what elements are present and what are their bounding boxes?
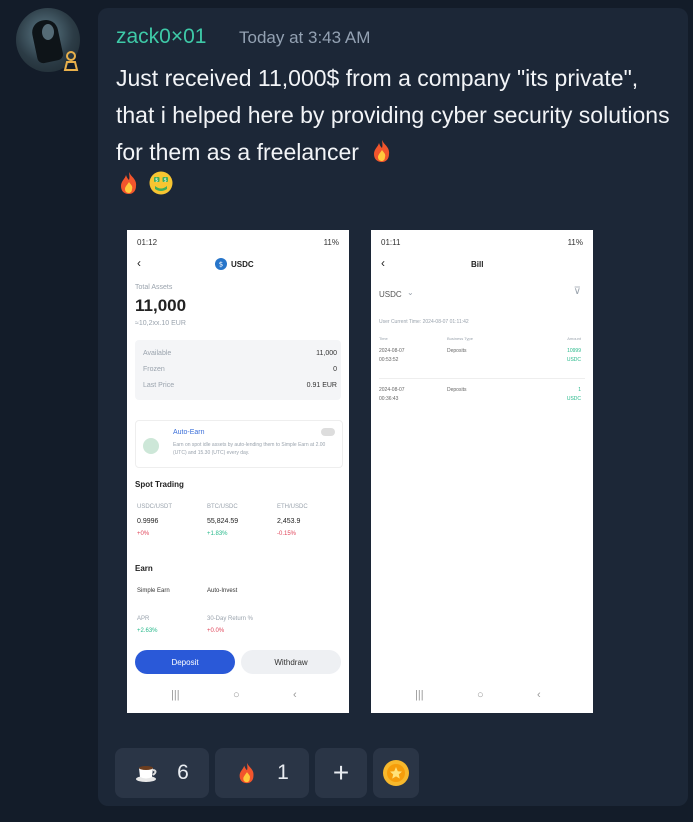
recents-nav-icon[interactable]: ||| [171, 689, 180, 701]
withdraw-button[interactable]: Withdraw [241, 650, 341, 674]
role-icon [63, 51, 79, 71]
message-text-block: Just received 11,000$ from a company "it… [116, 60, 676, 171]
status-time: 01:12 [137, 238, 158, 247]
auto-earn-icon [143, 438, 159, 454]
entry-amount: 1 [578, 387, 581, 393]
username[interactable]: zack0×01 [116, 25, 206, 49]
earn-product-metric-value: +2.63% [137, 628, 158, 634]
home-nav-icon[interactable]: ○ [233, 689, 240, 701]
back-arrow-icon: ‹ [381, 256, 385, 270]
column-header-amount: Amount [567, 336, 581, 341]
coin-title: USDC [231, 260, 254, 269]
total-assets-value: 11,000 [135, 296, 187, 315]
pair-change: -0.15% [277, 531, 297, 537]
message-emoji-line: $ $ [116, 170, 180, 197]
column-header-type: Business Type [447, 336, 473, 341]
coin-filter[interactable]: USDC [379, 290, 402, 299]
fire-emoji-icon [374, 140, 390, 162]
reaction-count: 6 [177, 761, 189, 784]
attachment-image-wallet[interactable]: 01:12 11% ‹ $ USDC Total Assets 11,000 ≈… [127, 230, 349, 713]
avatar-highlight [42, 24, 54, 40]
back-nav-icon[interactable]: ‹ [537, 689, 541, 701]
entry-type: Deposits [447, 348, 467, 354]
add-reaction-button[interactable]: + [315, 748, 367, 798]
entry-time: 00:53:52 [379, 357, 399, 363]
reaction-count: 1 [277, 761, 289, 784]
spot-trading-heading: Spot Trading [135, 480, 184, 489]
pair-price: 2,453.9 [277, 518, 301, 525]
bill-title: Bill [471, 260, 484, 269]
pair-name[interactable]: USDC/USDT [137, 504, 172, 510]
total-assets-fiat: ≈10,2xx.10 EUR [135, 320, 186, 327]
pair-name[interactable]: BTC/USDC [207, 504, 238, 510]
earn-product-name[interactable]: Simple Earn [137, 588, 170, 594]
fire-icon [239, 762, 254, 784]
entry-time: 00:36:43 [379, 396, 399, 402]
balance-label: Frozen [143, 366, 165, 373]
super-reaction-icon [383, 760, 409, 786]
back-arrow-icon: ‹ [137, 256, 141, 270]
auto-earn-description: Earn on spot idle assets by auto-lending… [173, 442, 326, 456]
deposit-button[interactable]: Deposit [135, 650, 235, 674]
attachment-image-bill[interactable]: 01:11 11% ‹ Bill USDC ⌄ ⊽ User Current T… [371, 230, 593, 713]
chevron-down-icon: ⌄ [407, 288, 414, 297]
entry-type: Deposits [447, 387, 467, 393]
coffee-icon [136, 766, 157, 782]
earn-product-metric-label: APR [137, 616, 150, 622]
svg-text:$: $ [219, 261, 223, 269]
entry-date: 2024-08-07 [379, 348, 405, 354]
home-nav-icon[interactable]: ○ [477, 689, 484, 701]
pair-price: 55,824.59 [207, 518, 239, 525]
recents-nav-icon[interactable]: ||| [415, 689, 424, 701]
row-divider [379, 378, 585, 379]
svg-text:$: $ [164, 177, 167, 183]
plus-icon: + [332, 757, 350, 788]
earn-product-name[interactable]: Auto-Invest [207, 588, 237, 594]
total-assets-label: Total Assets [135, 284, 173, 291]
status-battery: 11% [567, 238, 583, 247]
money-mouth-face-emoji-icon: $ $ [149, 171, 173, 195]
balance-panel [135, 340, 341, 400]
earn-heading: Earn [135, 564, 153, 573]
back-nav-icon[interactable]: ‹ [293, 689, 297, 701]
pair-price: 0.9996 [137, 518, 159, 525]
balance-value: 11,000 [316, 350, 337, 357]
column-header-time: Time [379, 336, 388, 341]
balance-value: 0.91 EUR [306, 382, 337, 389]
status-time: 01:11 [381, 238, 401, 247]
entry-amount: 10999 [567, 348, 581, 354]
auto-earn-toggle[interactable] [321, 428, 335, 436]
balance-label: Last Price [143, 382, 175, 389]
super-reaction-button[interactable] [373, 748, 419, 798]
filter-icon[interactable]: ⊽ [574, 286, 581, 297]
user-current-time: User Current Time: 2024-08-07 01:11:42 [379, 319, 469, 325]
svg-text:$: $ [155, 177, 158, 183]
message-timestamp: Today at 3:43 AM [239, 28, 371, 47]
usdc-coin-icon: $ [215, 258, 227, 270]
status-battery: 11% [323, 238, 339, 247]
earn-product-metric-label: 30-Day Return % [207, 616, 254, 622]
earn-product-metric-value: +0.0% [207, 628, 225, 634]
pair-change: +1.83% [207, 531, 228, 537]
reaction-fire[interactable]: 1 [215, 748, 309, 798]
pair-name[interactable]: ETH/USDC [277, 504, 308, 510]
entry-date: 2024-08-07 [379, 387, 405, 393]
auto-earn-title: Auto-Earn [173, 429, 205, 436]
reaction-coffee[interactable]: 6 [115, 748, 209, 798]
balance-label: Available [143, 350, 172, 357]
entry-coin: USDC [566, 396, 581, 402]
entry-coin: USDC [566, 357, 581, 363]
fire-emoji-icon [121, 172, 137, 194]
pair-change: +0% [137, 531, 150, 537]
balance-value: 0 [333, 366, 337, 373]
